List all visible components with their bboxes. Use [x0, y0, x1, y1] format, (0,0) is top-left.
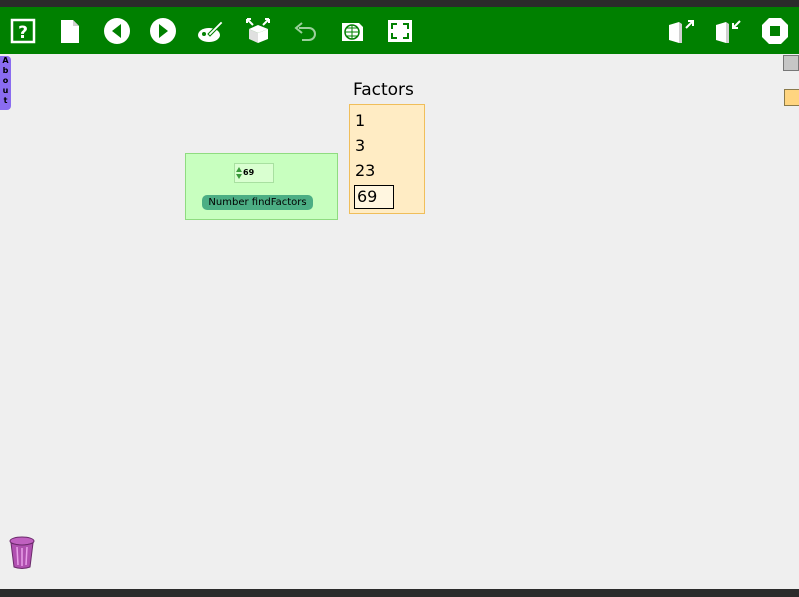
right-panel-item[interactable]	[784, 89, 799, 106]
factors-list: 1 3 23 69	[349, 104, 425, 214]
about-letter: b	[2, 66, 9, 75]
toolbox-button[interactable]	[243, 16, 273, 46]
about-letter: u	[2, 86, 9, 95]
undo-icon	[294, 22, 316, 41]
find-factors-button[interactable]: Number findFactors	[202, 195, 313, 210]
box-icon	[246, 18, 270, 43]
stop-button[interactable]	[760, 16, 790, 46]
page-icon	[61, 20, 79, 43]
publish-button[interactable]	[337, 16, 367, 46]
next-button[interactable]	[148, 16, 178, 46]
forward-arrow-icon	[150, 18, 176, 44]
factor-item[interactable]: 1	[355, 110, 365, 132]
stepper-arrows-icon[interactable]	[236, 166, 242, 180]
about-tab[interactable]: About	[0, 56, 11, 110]
globe-icon	[342, 23, 363, 41]
right-panel-toggle[interactable]	[783, 55, 799, 71]
about-letter: t	[3, 96, 8, 105]
help-button[interactable]: ?	[8, 16, 38, 46]
number-panel: 69 Number findFactors	[185, 153, 338, 220]
svg-text:?: ?	[18, 23, 28, 43]
about-letter: A	[2, 56, 9, 65]
number-input[interactable]: 69	[234, 163, 274, 183]
number-value: 69	[243, 168, 255, 177]
fullscreen-icon	[388, 20, 412, 42]
help-icon: ?	[10, 18, 36, 44]
about-label: About	[0, 56, 11, 106]
trash-button[interactable]	[7, 534, 37, 570]
toolbar: ?	[0, 7, 799, 54]
stop-icon	[762, 18, 788, 44]
new-page-button[interactable]	[54, 16, 84, 46]
back-arrow-icon	[104, 18, 130, 44]
fullscreen-button[interactable]	[385, 16, 415, 46]
factor-item-selected[interactable]: 69	[354, 185, 394, 209]
paint-button[interactable]	[196, 16, 226, 46]
share-button[interactable]	[666, 16, 696, 46]
undo-button[interactable]	[290, 16, 320, 46]
factors-title: Factors	[353, 80, 414, 100]
paint-icon	[198, 20, 224, 42]
trash-icon	[9, 536, 35, 569]
about-letter: o	[2, 76, 9, 85]
unshare-icon	[716, 20, 741, 43]
factor-item[interactable]: 3	[355, 135, 365, 157]
factor-item[interactable]: 23	[355, 160, 375, 182]
unshare-button[interactable]	[713, 16, 743, 46]
top-strip	[0, 0, 799, 7]
bottom-strip	[0, 589, 799, 597]
share-icon	[669, 20, 694, 43]
previous-button[interactable]	[102, 16, 132, 46]
